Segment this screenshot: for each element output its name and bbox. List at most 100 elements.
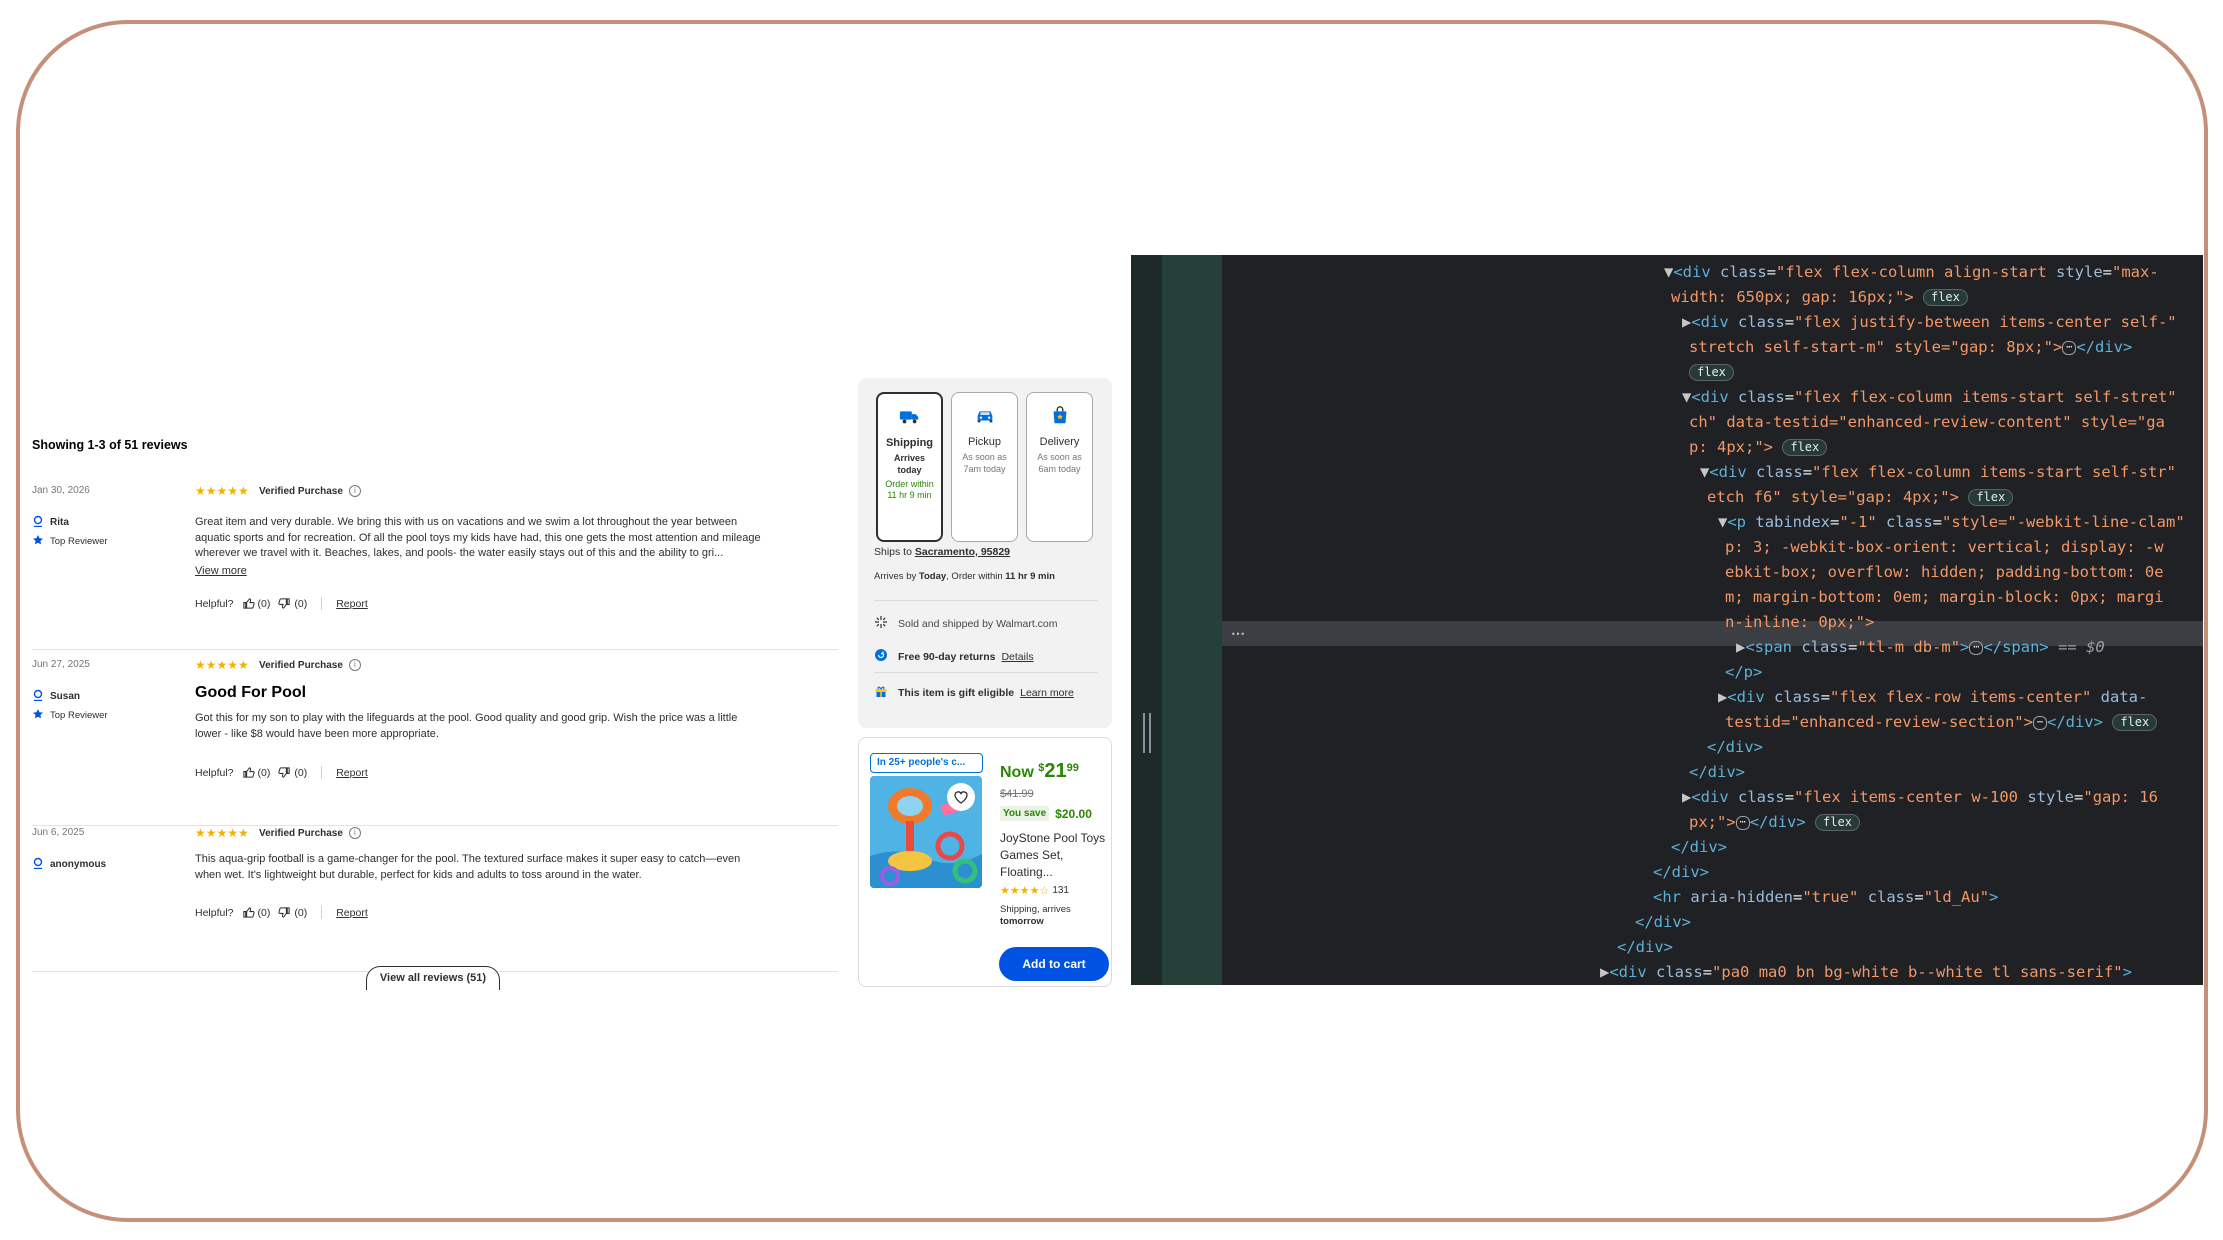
dom-tree-line[interactable]: p: 4px;"> flex [1689,435,1828,460]
review-date: Jun 6, 2025 [32,827,85,838]
helpful-label: Helpful? [195,597,234,610]
dom-tree-line[interactable]: width: 650px; gap: 16px;"> flex [1671,285,1968,310]
node-actions-icon[interactable]: ⋯ [1231,625,1245,642]
dom-tree-line[interactable]: </div> [1653,860,1709,885]
resize-handle[interactable] [1143,713,1151,753]
gift-learn-more-link[interactable]: Learn more [1020,687,1074,699]
reviews-count-heading: Showing 1-3 of 51 reviews [32,438,188,452]
dom-tree-line[interactable]: </div> [1635,910,1691,935]
reviewer-name: Rita [50,517,69,528]
gift-icon [874,684,888,701]
flex-badge: flex [1782,439,1828,456]
arrives-by: Arrives by Today, Order within 11 hr 9 m… [874,571,1055,582]
dom-tree-line[interactable]: ▶<div class="flex items-center w-100 sty… [1682,785,2158,810]
add-to-cart-button[interactable]: Add to cart [999,947,1109,981]
info-icon[interactable]: i [348,659,361,671]
expand-toggle-icon: ▼ [1682,388,1692,406]
dom-tree-line[interactable]: ch" data-testid="enhanced-review-content… [1689,410,2165,435]
info-icon[interactable]: i [348,827,361,839]
dom-tree-line[interactable]: ▼<div class="flex flex-column items-star… [1700,460,2176,485]
dom-tree-line[interactable]: ▼<p tabindex="-1" class="style="-webkit-… [1718,510,2185,535]
flex-badge: flex [1815,814,1860,831]
dom-tree-line[interactable]: ebkit-box; overflow: hidden; padding-bot… [1725,560,2164,585]
divider [321,597,323,610]
dom-tree-line[interactable]: ▶<span class="tl-m db-m"> ⋯ </span> == $0 [1736,635,2105,660]
product-name-link[interactable]: JoyStone Pool Toys Games Set, Floating..… [1000,830,1110,881]
star-badge-icon [32,534,44,549]
user-icon [32,515,44,530]
returns-icon [874,648,888,665]
dom-tree-line[interactable]: ▼<div class="flex flex-column align-star… [1664,260,2159,285]
delivery-bag-icon [1047,402,1073,428]
user-icon [32,689,44,704]
reviewer-badge-label: Top Reviewer [50,710,108,721]
heart-icon [954,791,968,804]
thumbs-up-button[interactable]: (0) [242,766,270,779]
dom-tree-line[interactable]: </div> [1671,835,1727,860]
returns-details-link[interactable]: Details [1001,651,1033,663]
dom-tree-line[interactable]: ▼<div class="flex flex-column items-star… [1682,385,2177,410]
star-badge-icon [32,708,44,723]
thumbs-up-button[interactable]: (0) [242,597,270,610]
dom-tree-line[interactable]: </div> [1707,735,1763,760]
review-stars: ★★★★★ [195,826,249,840]
thumbs-down-icon [278,598,291,609]
helpful-row: Helpful? (0) (0) Report [195,906,368,919]
divider [874,600,1098,601]
dom-tree-line[interactable]: flex [1689,360,1734,385]
ships-to-location-link[interactable]: Sacramento, 95829 [915,546,1010,558]
thumbs-down-icon [278,767,291,778]
review-stars: ★★★★★ [195,484,249,498]
report-link[interactable]: Report [336,598,368,610]
dom-tree-line[interactable]: px;"> ⋯ </div> flex [1689,810,1860,835]
dom-tree-line[interactable]: </div> [1617,935,1673,960]
you-save: You save $20.00 [1000,806,1092,821]
dom-tree-line[interactable]: p: 3; -webkit-box-orient: vertical; disp… [1725,535,2164,560]
reviewer: Rita [32,515,69,530]
review-item: Jan 30, 2026 Rita Top Reviewer ★★★★★ Ver… [32,484,838,650]
expand-toggle-icon: ▼ [1700,463,1710,481]
dom-tree-line[interactable]: testid="enhanced-review-section"> ⋯ </div>… [1725,710,2158,735]
dom-tree-line[interactable]: n-inline: 0px;"> [1725,610,1874,635]
dom-tree-line[interactable]: </p> [1725,660,1762,685]
thumbs-down-button[interactable]: (0) [278,766,307,779]
dom-tree-line[interactable]: stretch self-start-m" style="gap: 8px;">… [1689,335,2132,360]
dom-tree-line[interactable]: ▶<div class="pa0 ma0 bn bg-white b--whit… [1600,960,2132,985]
thumbs-up-icon [242,767,255,778]
view-all-reviews-button[interactable]: View all reviews (51) [366,966,500,990]
dom-tree-line[interactable]: <hr aria-hidden="true" class="ld_Au"> [1653,885,1998,910]
expand-toggle-icon: ▶ [1736,638,1746,656]
report-link[interactable]: Report [336,907,368,919]
gift-row: This item is gift eligible Learn more [874,684,1104,701]
product-rating: ★★★★☆ 131 [1000,884,1069,897]
view-more-link[interactable]: View more [195,565,247,577]
option-sub: Arrives today [893,453,926,475]
divider [874,672,1098,673]
thumbs-down-button[interactable]: (0) [278,597,307,610]
dom-tree-line[interactable]: ▶<div class="flex flex-row items-center"… [1718,685,2147,710]
rating-stars: ★★★★☆ [1000,885,1050,897]
fulfillment-option-shipping[interactable]: Shipping Arrives today Order within 11 h… [876,392,943,542]
report-link[interactable]: Report [336,767,368,779]
option-sub: As soon as 7am today [962,452,1007,474]
reviewer: Susan [32,689,80,704]
dom-tree-line[interactable]: ▶<div class="flex justify-between items-… [1682,310,2177,335]
review-title: Good For Pool [195,684,307,701]
verified-label: Verified Purchase [259,659,343,671]
dom-tree-line[interactable]: m; margin-bottom: 0em; margin-block: 0px… [1725,585,2164,610]
favorite-button[interactable] [947,783,975,811]
option-label: Delivery [1039,436,1080,448]
thumbs-up-button[interactable]: (0) [242,906,270,919]
returns-row: Free 90-day returns Details [874,648,1104,665]
fulfillment-option-delivery[interactable]: Delivery As soon as 6am today [1026,392,1093,542]
info-icon[interactable]: i [348,485,361,497]
fulfillment-option-pickup[interactable]: Pickup As soon as 7am today [951,392,1018,542]
expand-toggle-icon: ▶ [1682,788,1692,806]
ships-to: Ships to Sacramento, 95829 [874,546,1011,558]
flex-badge: flex [1968,489,2014,506]
fulfillment-panel: Shipping Arrives today Order within 11 h… [858,378,1112,728]
thumbs-down-button[interactable]: (0) [278,906,307,919]
dom-tree-line[interactable]: etch f6" style="gap: 4px;"> flex [1707,485,2014,510]
dom-tree-line[interactable]: </div> [1689,760,1745,785]
reviewer-name: anonymous [50,859,107,870]
